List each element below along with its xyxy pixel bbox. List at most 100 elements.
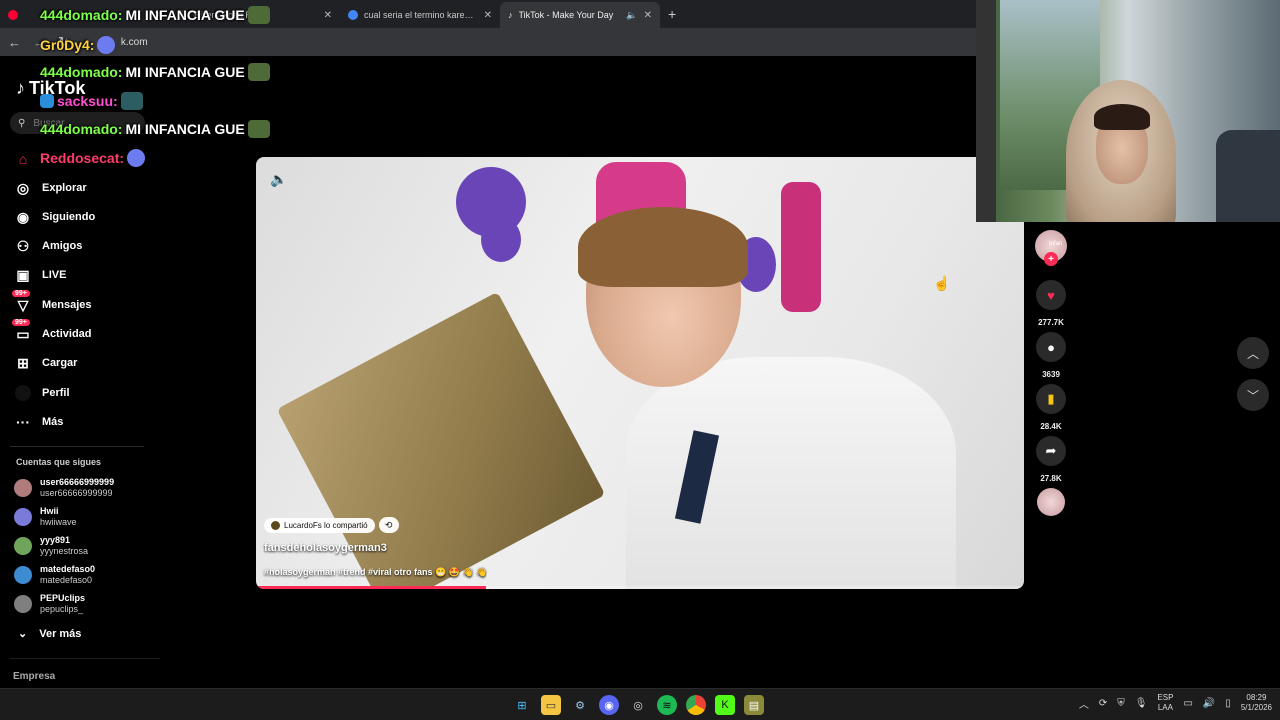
followed-account[interactable]: matedefaso0 matedefaso0	[14, 564, 95, 586]
chat-message: 444domado: MI INFANCIA GUE	[40, 6, 270, 24]
clock[interactable]: 08:29 5/1/2026	[1241, 693, 1272, 713]
tab-tiktok[interactable]: ♪ TikTok - Make Your Day 🔈 ✕	[500, 2, 660, 28]
url-field[interactable]: k.com	[121, 37, 148, 48]
following-icon: ◉	[16, 208, 30, 225]
avatar	[14, 508, 32, 526]
microphone-icon[interactable]: 🎙	[1135, 698, 1148, 709]
discord-icon[interactable]: ◉	[599, 695, 619, 715]
chevron-up-icon: ︿	[1246, 346, 1259, 361]
close-icon[interactable]: ✕	[324, 10, 332, 21]
sync-icon[interactable]: ⟳	[1099, 698, 1107, 709]
comment-button[interactable]: ● 3639	[1034, 332, 1068, 379]
badge-icon	[40, 94, 54, 108]
repost-icon[interactable]: ⟲	[378, 517, 399, 533]
decor-pink	[781, 182, 821, 312]
chat-message: Gr0Dy4:	[40, 36, 116, 54]
shield-icon[interactable]: ⛨	[1117, 698, 1125, 709]
emote-icon	[120, 92, 143, 110]
followed-account[interactable]: user66666999999 user66666999999	[14, 477, 114, 499]
notification-badge: 99+	[12, 290, 30, 297]
music-disc[interactable]	[1034, 488, 1068, 516]
sidebar-item-amigos[interactable]: ⚇ Amigos	[14, 237, 83, 255]
video-author[interactable]: fansdeholasoygerman3	[264, 542, 387, 554]
emote-icon	[97, 36, 116, 54]
video-player[interactable]: 🔈 LucardoFs lo compartió ⟲ fansdeholasoy…	[256, 157, 1024, 589]
divider	[10, 658, 160, 659]
webcam-overlay	[976, 0, 1280, 222]
see-more-button[interactable]: ⌄ Ver más	[18, 627, 81, 641]
company-link[interactable]: Empresa	[13, 671, 55, 682]
sidebar-item-mensajes[interactable]: ▽ 99+ Mensajes	[12, 290, 92, 314]
video-description: #holasoygerman #trend #viral otro fans 😁…	[264, 567, 488, 577]
avatar	[14, 595, 32, 613]
spotify-icon[interactable]: ≋	[657, 695, 677, 715]
sidebar-item-live[interactable]: ▣ LIVE	[14, 266, 66, 284]
like-button[interactable]: ♥ 277.7K	[1034, 280, 1068, 327]
sidebar-item-siguiendo[interactable]: ◉ Siguiendo	[14, 208, 95, 226]
tab-karen[interactable]: cual seria el termino karen en el ✕	[340, 2, 500, 28]
sidebar-item-home[interactable]: ⌂	[14, 150, 32, 168]
next-video-button[interactable]: ﹀	[1237, 379, 1269, 411]
chevron-down-icon: ⌄	[18, 628, 28, 640]
comment-icon: ●	[1036, 332, 1066, 362]
taskbar-apps: ⊞ ▭ ⚙ ◉ ◎ ≋ K ▤	[512, 695, 764, 715]
friends-icon: ⚇	[16, 237, 30, 254]
tiktok-icon: ♪	[16, 78, 25, 98]
battery-icon[interactable]: ▯	[1225, 698, 1231, 709]
creator-avatar[interactable]: Infan +	[1034, 230, 1068, 266]
share-icon: ➦	[1036, 436, 1066, 466]
file-explorer-icon[interactable]: ▭	[541, 695, 561, 715]
close-icon[interactable]: ✕	[644, 10, 652, 21]
chat-message: Reddosecat:	[40, 149, 146, 167]
chat-message: sacksuu:	[40, 92, 143, 110]
avatar	[14, 537, 32, 555]
kick-icon[interactable]: K	[715, 695, 735, 715]
speaker-icon[interactable]: 🔈	[626, 10, 637, 21]
sidebar-item-cargar[interactable]: ⊞ Cargar	[14, 354, 77, 372]
chevron-up-icon[interactable]: ︿	[1079, 696, 1089, 711]
avatar	[14, 566, 32, 584]
avatar	[271, 520, 280, 530]
bookmark-icon: ▮	[1036, 384, 1066, 414]
sidebar-item-perfil[interactable]: Perfil	[14, 384, 70, 402]
followed-account[interactable]: PEPUclips pepuclips_	[14, 593, 85, 615]
home-icon: ⌂	[18, 151, 28, 167]
live-icon: ▣	[16, 266, 30, 283]
youtube-icon	[8, 10, 18, 20]
followed-account[interactable]: Hwii hwiiwave	[14, 506, 77, 528]
language-indicator[interactable]: ESP LAA	[1157, 693, 1173, 713]
search-icon: ⚲	[18, 117, 26, 129]
emote-icon	[127, 149, 146, 167]
save-button[interactable]: ▮ 28.4K	[1034, 384, 1068, 431]
system-tray: ︿ ⟳ ⛨ 🎙 ESP LAA ▭ 🔊 ▯ 08:29 5/1/2026	[1079, 693, 1272, 713]
previous-video-button[interactable]: ︿	[1237, 337, 1269, 369]
windows-start-icon[interactable]: ⊞	[512, 695, 532, 715]
video-progress[interactable]	[256, 586, 1024, 589]
follow-plus-icon[interactable]: +	[1044, 252, 1058, 266]
shared-by: LucardoFs lo compartió ⟲	[264, 517, 399, 533]
emote-icon	[247, 120, 270, 138]
network-icon[interactable]: ▭	[1183, 698, 1192, 709]
avatar	[14, 479, 32, 497]
video-subject-hair	[578, 207, 748, 287]
sidebar-item-explorar[interactable]: ◎ Explorar	[14, 179, 87, 197]
share-button[interactable]: ➦ 27.8K	[1034, 436, 1068, 483]
shared-chip[interactable]: LucardoFs lo compartió	[264, 517, 375, 533]
obs-icon[interactable]: ◎	[628, 695, 648, 715]
followed-account[interactable]: yyy891 yyynestrosa	[14, 535, 88, 557]
close-icon[interactable]: ✕	[484, 10, 492, 21]
sidebar-item-mas[interactable]: ··· Más	[14, 413, 63, 431]
volume-icon[interactable]: 🔊	[1203, 698, 1215, 709]
heart-icon: ♥	[1036, 280, 1066, 310]
divider	[10, 446, 144, 447]
volume-icon[interactable]: 🔈	[270, 171, 287, 188]
following-section-title: Cuentas que sigues	[16, 457, 102, 467]
address-bar: ← → ↻ k.com	[0, 28, 976, 56]
new-tab-button[interactable]: +	[660, 6, 684, 28]
app-icon[interactable]: ▤	[744, 695, 764, 715]
steam-icon[interactable]: ⚙	[570, 695, 590, 715]
sidebar-item-actividad[interactable]: ▭ 99+ Actividad	[12, 319, 92, 343]
activity-icon: ▭ 99+	[12, 319, 32, 343]
back-icon[interactable]: ←	[8, 35, 21, 50]
chrome-icon[interactable]	[686, 695, 706, 715]
